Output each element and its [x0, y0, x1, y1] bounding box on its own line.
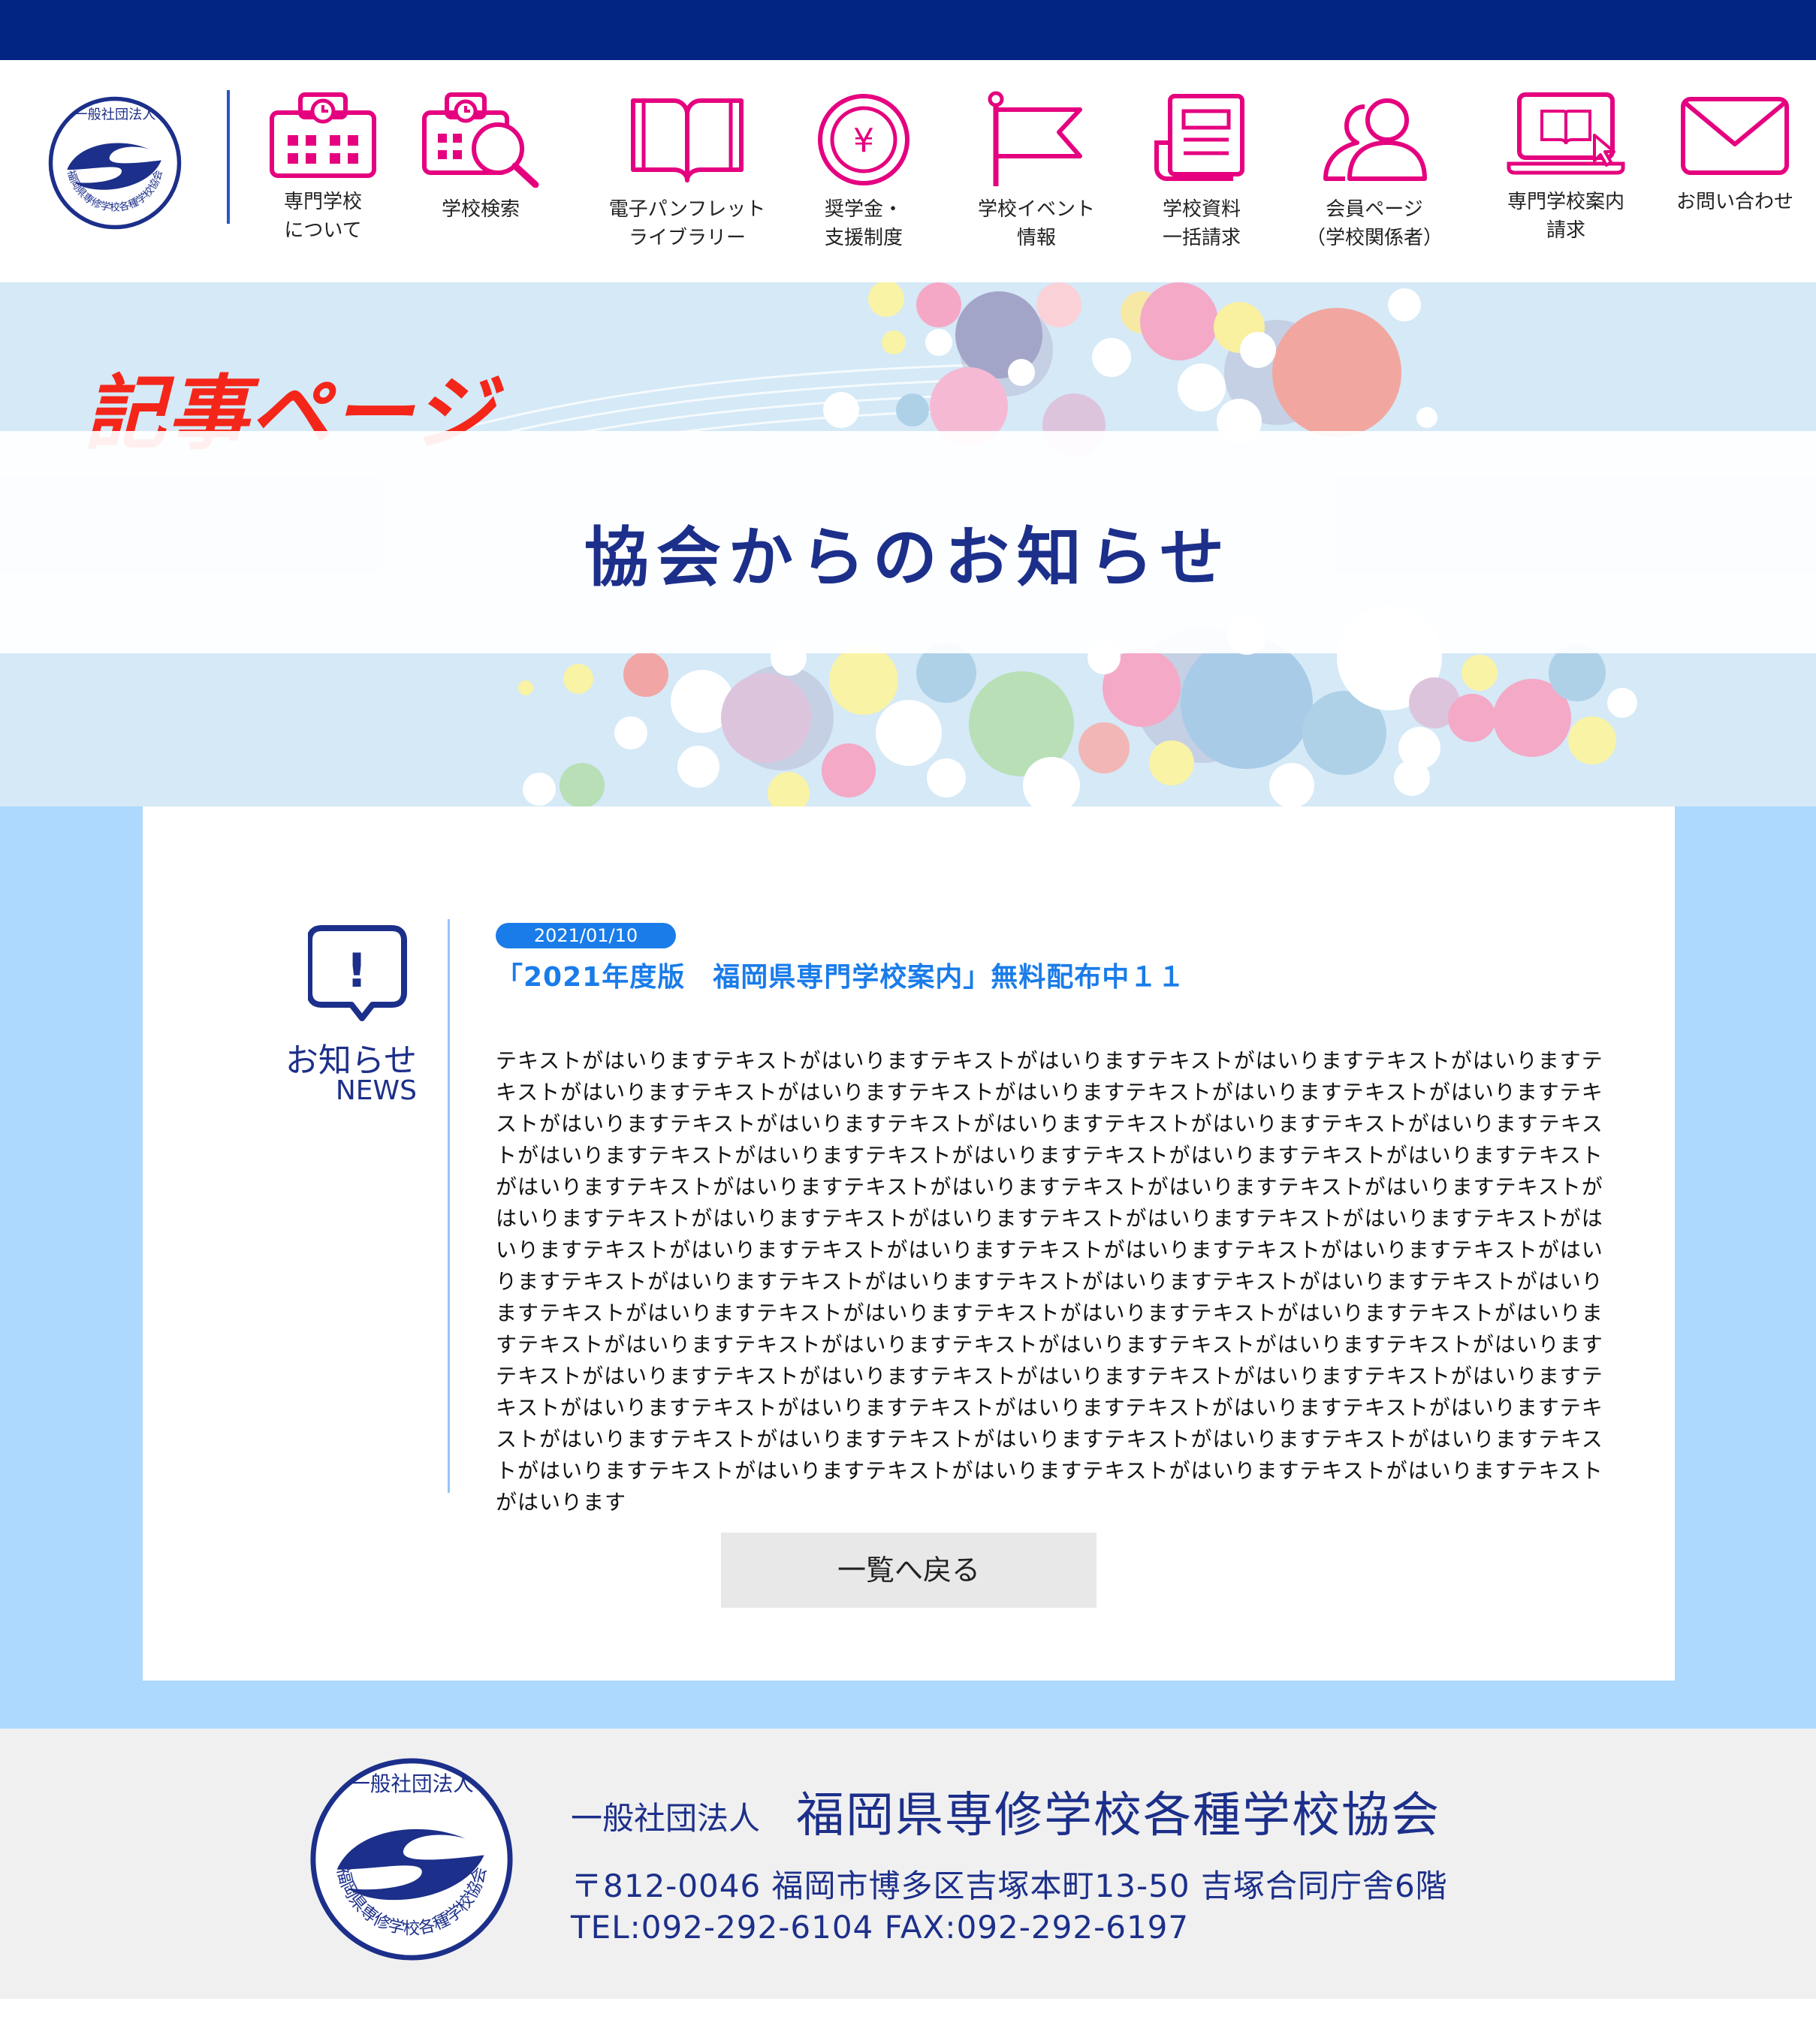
- nav-item-pamphlet-library[interactable]: 電子パンフレット ライブラリー: [593, 90, 781, 270]
- top-bar: [0, 0, 1816, 60]
- footer-association-logo: 一般社団法人 福岡県専修学校各種学校協会: [310, 1758, 513, 1961]
- logo-top-text: 一般社団法人: [74, 107, 155, 123]
- nav-label-bulk-request: 学校資料 一括請求: [1162, 198, 1241, 249]
- alert-glyph: !: [346, 943, 367, 998]
- article-date-badge: 2021/01/10: [496, 923, 676, 948]
- footer-org-name: 福岡県専修学校各種学校協会: [796, 1788, 1440, 1844]
- nav-item-members[interactable]: 会員ページ （学校関係者）: [1292, 90, 1457, 270]
- content-area: ! お知らせ NEWS 2021/01/10 「2021年度版 福岡県専門学校案…: [0, 806, 1816, 1729]
- news-label-en: NEWS: [335, 1075, 417, 1106]
- news-label-jp: お知らせ: [285, 1042, 417, 1080]
- nav-item-scholarship[interactable]: ¥ 奨学金・ 支援制度: [796, 90, 931, 270]
- nav-label-school-search: 学校検索: [441, 198, 520, 221]
- school-building-icon: [270, 92, 376, 178]
- site-header: 一般社団法人 福岡県専修学校各種学校協会 専門学校 について 学校検索 電子パン…: [0, 60, 1816, 282]
- back-to-list-button[interactable]: 一覧へ戻る: [721, 1533, 1097, 1608]
- nav-label-school-events: 学校イベント 情報: [977, 198, 1095, 249]
- yen-glyph: ¥: [853, 122, 874, 160]
- nav-label-about-schools: 専門学校 について: [283, 191, 362, 242]
- footer-org-prefix: 一般社団法人: [571, 1800, 761, 1837]
- open-book-icon: [631, 98, 744, 182]
- nav-item-guide-request[interactable]: 専門学校案内 請求: [1480, 90, 1652, 270]
- members-icon: [1323, 98, 1427, 181]
- footer-logo-top-text: 一般社団法人: [349, 1771, 474, 1796]
- nav-label-guide-request: 専門学校案内 請求: [1507, 191, 1624, 242]
- main-nav: 専門学校 について 学校検索 電子パンフレット ライブラリー ¥ 奨学金・ 支援…: [240, 90, 1810, 270]
- mail-icon: [1681, 97, 1789, 175]
- article-body: テキストがはいりますテキストがはいりますテキストがはいりますテキストがはいります…: [496, 1048, 1603, 1515]
- speech-bubble-alert-icon: !: [308, 925, 407, 1021]
- nav-label-contact: お問い合わせ: [1676, 191, 1793, 213]
- footer-tel-fax: TEL:092-292-6104 FAX:092-292-6197: [571, 1909, 1190, 1946]
- document-stack-icon: [1154, 94, 1244, 181]
- nav-label-members: 会員ページ （学校関係者）: [1305, 198, 1443, 249]
- news-divider: [448, 919, 450, 1493]
- association-logo[interactable]: 一般社団法人 福岡県専修学校各種学校協会: [47, 95, 183, 231]
- article-card: ! お知らせ NEWS 2021/01/10 「2021年度版 福岡県専門学校案…: [143, 806, 1675, 1681]
- yen-coin-icon: ¥: [818, 94, 910, 185]
- site-footer: 一般社団法人 福岡県専修学校各種学校協会 一般社団法人 福岡県専修学校各種学校協…: [0, 1729, 1816, 1999]
- nav-label-pamphlet-library: 電子パンフレット ライブラリー: [608, 198, 766, 249]
- nav-item-bulk-request[interactable]: 学校資料 一括請求: [1134, 90, 1269, 270]
- header-divider: [227, 90, 230, 224]
- hero-banner: 記事ページ 協会からのお知らせ: [0, 282, 1816, 806]
- school-search-icon: [422, 92, 539, 188]
- footer-address: 〒812-0046 福岡市博多区吉塚本町13-50 吉塚合同庁舎6階: [571, 1868, 1448, 1904]
- laptop-guide-icon: [1507, 92, 1625, 175]
- flag-icon: [988, 91, 1082, 186]
- nav-item-about-schools[interactable]: 専門学校 について: [255, 90, 391, 270]
- nav-item-contact[interactable]: お問い合わせ: [1667, 90, 1802, 270]
- nav-item-school-search[interactable]: 学校検索: [413, 90, 548, 270]
- page-title: 協会からのお知らせ: [584, 520, 1232, 595]
- nav-item-school-events[interactable]: 学校イベント 情報: [961, 90, 1112, 270]
- nav-label-scholarship: 奨学金・ 支援制度: [824, 198, 903, 249]
- article-title: 「2021年度版 福岡県専門学校案内」無料配布中１１: [496, 962, 1186, 993]
